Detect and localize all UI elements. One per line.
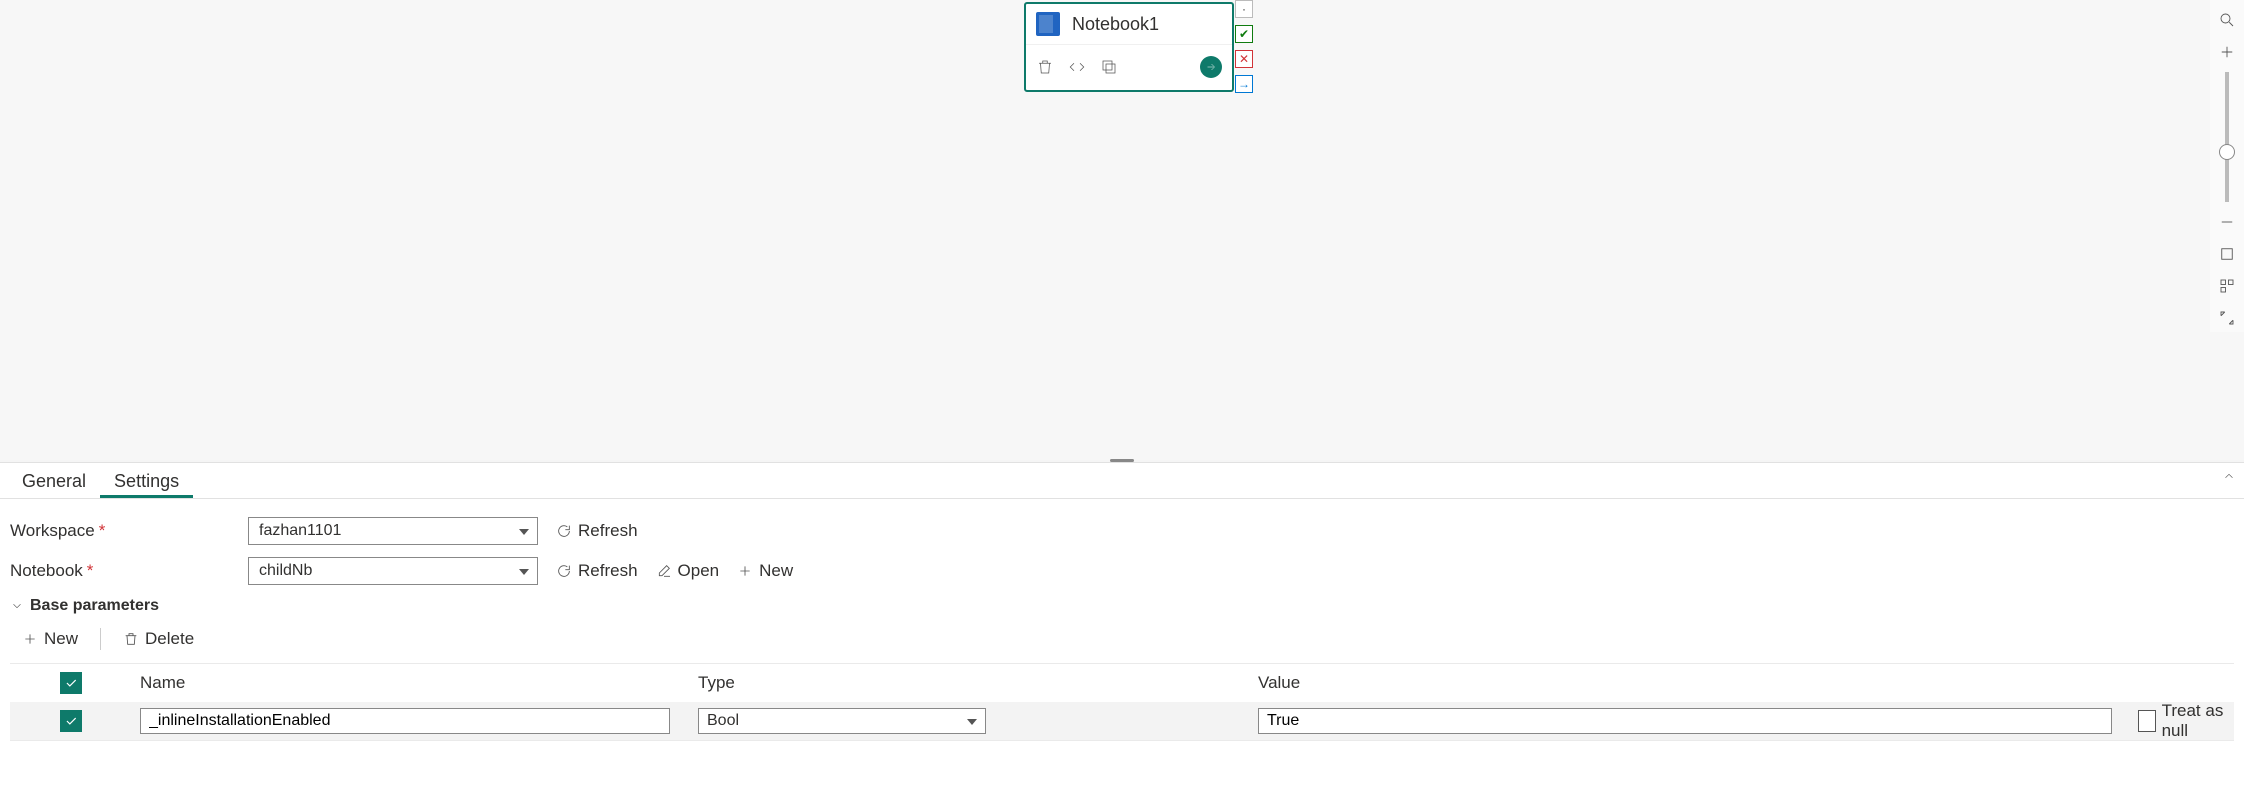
notebook-label: Notebook* [10, 561, 248, 581]
notebook-open-button[interactable]: Open [656, 561, 720, 581]
select-all-checkbox[interactable] [60, 672, 82, 694]
notebook-new-button[interactable]: New [737, 561, 793, 581]
node-toolbar [1026, 44, 1232, 88]
parameters-header-row: Name Type Value [10, 664, 2234, 702]
canvas-tools [2210, 0, 2244, 332]
header-value: Value [1258, 673, 2138, 693]
status-success-icon[interactable]: ✔ [1235, 25, 1253, 43]
param-new-button[interactable]: New [16, 625, 84, 653]
status-fail-icon[interactable]: ✕ [1235, 50, 1253, 68]
zoom-fit-icon[interactable] [2213, 240, 2241, 268]
node-header: Notebook1 [1026, 4, 1232, 44]
status-pending-icon[interactable]: · [1235, 0, 1253, 18]
header-name: Name [140, 673, 698, 693]
zoom-thumb[interactable] [2219, 144, 2235, 160]
copy-icon[interactable] [1100, 58, 1118, 76]
zoom-out-icon[interactable] [2213, 208, 2241, 236]
notebook-icon [1036, 12, 1060, 36]
separator [100, 628, 101, 650]
auto-layout-icon[interactable] [2213, 272, 2241, 300]
treat-null-checkbox[interactable] [2138, 710, 2156, 732]
notebook-activity-node[interactable]: Notebook1 [1024, 2, 1234, 92]
delete-icon[interactable] [1036, 58, 1054, 76]
param-type-select[interactable]: Bool [698, 708, 986, 734]
row-checkbox[interactable] [60, 710, 82, 732]
node-title: Notebook1 [1072, 14, 1159, 35]
workspace-select[interactable]: fazhan1101 [248, 517, 538, 545]
properties-panel: General Settings Workspace* fazhan1101 R… [0, 462, 2244, 805]
param-delete-button[interactable]: Delete [117, 625, 200, 653]
tab-settings[interactable]: Settings [100, 463, 193, 498]
workspace-label: Workspace* [10, 521, 248, 541]
param-value-input[interactable] [1258, 708, 2112, 734]
code-icon[interactable] [1068, 58, 1086, 76]
workspace-refresh-button[interactable]: Refresh [556, 521, 638, 541]
pipeline-canvas[interactable]: Notebook1 · ✔ ✕ → [0, 0, 2244, 460]
properties-tabs: General Settings [0, 463, 2244, 499]
activity-status-ports: · ✔ ✕ → [1235, 0, 1253, 93]
table-row: Bool Treat as null [10, 702, 2234, 740]
treat-null-label: Treat as null [2162, 701, 2234, 741]
status-skip-icon[interactable]: → [1235, 75, 1253, 93]
header-type: Type [698, 673, 1258, 693]
param-name-input[interactable] [140, 708, 670, 734]
zoom-in-icon[interactable] [2213, 38, 2241, 66]
tab-general[interactable]: General [8, 463, 100, 498]
search-icon[interactable] [2213, 6, 2241, 34]
base-parameters-toggle[interactable]: Base parameters [10, 597, 2234, 615]
zoom-slider[interactable] [2225, 72, 2229, 202]
notebook-select[interactable]: childNb [248, 557, 538, 585]
parameters-table: Name Type Value Bool [10, 663, 2234, 741]
run-button[interactable] [1200, 56, 1222, 78]
notebook-refresh-button[interactable]: Refresh [556, 561, 638, 581]
fullscreen-toggle-icon[interactable] [2213, 304, 2241, 332]
collapse-panel-icon[interactable] [2222, 469, 2236, 488]
